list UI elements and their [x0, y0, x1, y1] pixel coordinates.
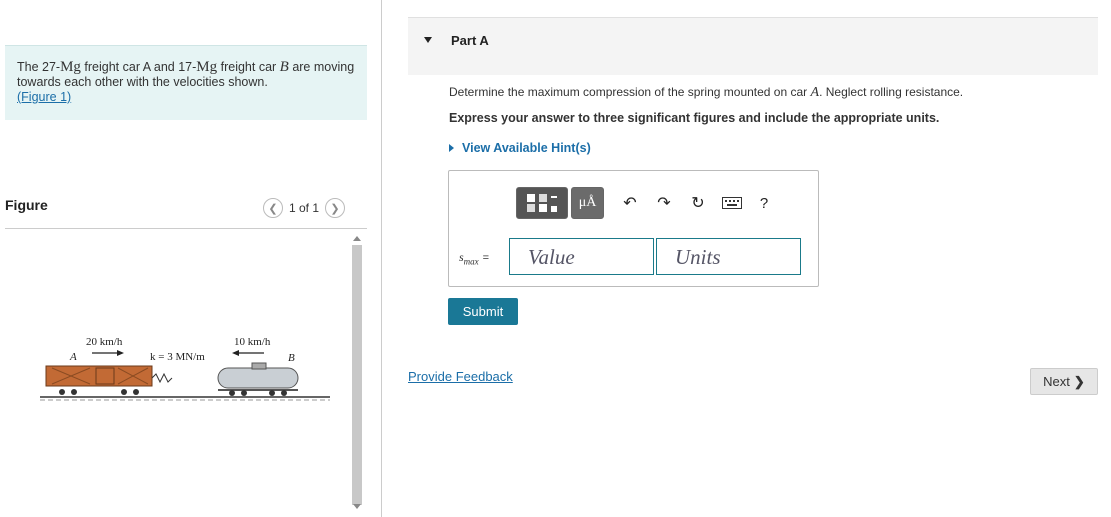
submit-button[interactable]: Submit — [448, 298, 518, 325]
arrow-right-icon — [117, 350, 124, 356]
keyboard-icon[interactable] — [722, 193, 742, 213]
scroll-down-icon[interactable] — [353, 504, 361, 509]
math-toolbar: μÅ ↶ ↷ ↻ ? — [516, 187, 774, 219]
car-a-label: A — [69, 351, 77, 363]
velocity-a-label: 20 km/h — [86, 336, 123, 348]
answer-instructions: Express your answer to three significant… — [449, 111, 940, 125]
undo-icon[interactable]: ↶ — [620, 193, 640, 213]
problem-text: freight car — [217, 60, 280, 74]
problem-text: The 27- — [17, 60, 61, 74]
units-input[interactable]: Units — [656, 238, 801, 275]
equals-sign: = — [482, 252, 490, 264]
figure-scrollbar[interactable] — [350, 233, 364, 517]
part-header[interactable] — [408, 17, 1098, 75]
freight-car-diagram: 20 km/h 10 km/h A B k = 3 MN/m — [40, 336, 330, 401]
var-subscript: max — [463, 256, 479, 267]
next-label: Next — [1043, 374, 1070, 389]
scroll-thumb[interactable] — [352, 245, 362, 505]
divider — [5, 228, 367, 229]
car-a-body — [45, 365, 153, 387]
question-post: . Neglect rolling resistance. — [819, 85, 964, 99]
left-panel: The 27-Mg freight car A and 17-Mg freigh… — [0, 0, 382, 517]
view-hints-link[interactable]: View Available Hint(s) — [449, 141, 591, 155]
car-b-label: B — [288, 352, 295, 364]
caret-right-icon — [449, 144, 454, 152]
figure-pager: ❮ 1 of 1 ❯ — [263, 198, 346, 218]
question-var: A — [810, 85, 820, 100]
help-icon[interactable]: ? — [754, 193, 774, 213]
arrow-left-icon — [232, 350, 239, 356]
templates-icon — [527, 194, 557, 212]
caret-down-icon[interactable] — [424, 37, 432, 43]
chevron-right-icon: ❯ — [1073, 373, 1085, 389]
figure-link[interactable]: (Figure 1) — [17, 90, 71, 104]
question-text: Determine the maximum compression of the… — [449, 85, 963, 101]
chevron-right-icon[interactable]: ❯ — [325, 198, 346, 218]
units-button[interactable]: μÅ — [571, 187, 604, 219]
car-b-tank — [217, 367, 299, 389]
next-button[interactable]: Next ❯ — [1030, 368, 1098, 395]
redo-icon[interactable]: ↷ — [654, 193, 674, 213]
reset-icon[interactable]: ↻ — [688, 193, 708, 213]
spring — [151, 372, 173, 384]
car-b-var: B — [279, 59, 289, 75]
question-pre: Determine the maximum compression of the… — [449, 85, 811, 99]
problem-text: freight car A and 17- — [80, 60, 197, 74]
provide-feedback-link[interactable]: Provide Feedback — [408, 369, 513, 384]
problem-statement: The 27-Mg freight car A and 17-Mg freigh… — [5, 45, 367, 120]
answer-variable: smax = — [459, 250, 489, 266]
templates-button[interactable] — [516, 187, 568, 219]
velocity-b-label: 10 km/h — [234, 336, 271, 348]
scroll-up-icon[interactable] — [353, 236, 361, 241]
part-title[interactable]: Part A — [451, 33, 489, 48]
unit-mg: Mg — [196, 59, 218, 75]
figure-heading: Figure — [5, 197, 48, 213]
hint-label: View Available Hint(s) — [462, 141, 591, 155]
chevron-left-icon[interactable]: ❮ — [263, 198, 283, 218]
pager-text: 1 of 1 — [289, 201, 320, 215]
value-input[interactable]: Value — [509, 238, 654, 275]
unit-mg: Mg — [60, 59, 81, 75]
spring-constant-label: k = 3 MN/m — [150, 351, 205, 363]
